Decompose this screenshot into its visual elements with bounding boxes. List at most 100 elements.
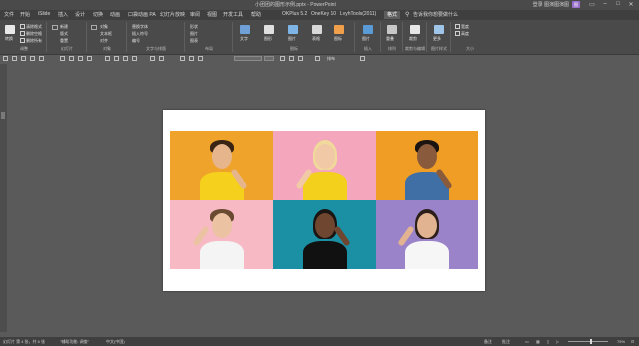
bring-forward-icon[interactable] xyxy=(123,56,128,61)
lightbulb-icon[interactable]: ⚲ xyxy=(405,11,409,18)
textbox-button[interactable]: 文本框 xyxy=(100,31,112,37)
crop-button[interactable]: 裁剪 xyxy=(409,36,417,42)
table-icon[interactable] xyxy=(312,25,322,34)
reading-view-icon[interactable]: ▯ xyxy=(547,339,549,344)
graphic-button[interactable]: 图形 xyxy=(264,36,272,42)
tab-islide[interactable]: iSlide xyxy=(38,11,50,17)
photo-tile[interactable] xyxy=(376,200,478,269)
image-button[interactable]: 图片 xyxy=(190,31,198,37)
image-icon[interactable] xyxy=(288,25,298,34)
width-field[interactable]: 宽度 xyxy=(455,24,469,30)
redo-icon[interactable] xyxy=(21,56,26,61)
italic-icon[interactable] xyxy=(289,56,294,61)
send-backward-icon[interactable] xyxy=(132,56,137,61)
photo-tile[interactable] xyxy=(170,131,273,200)
close-icon[interactable]: ✕ xyxy=(627,1,635,8)
undo-icon[interactable] xyxy=(12,56,17,61)
thumbnail-pane-collapsed[interactable] xyxy=(0,64,7,332)
height-field[interactable]: 高度 xyxy=(455,31,469,37)
tab-file[interactable]: 文件 xyxy=(4,11,14,18)
tab-help[interactable]: 帮助 xyxy=(251,11,261,18)
overlap-icon[interactable] xyxy=(387,25,397,34)
icon-button[interactable]: 图标 xyxy=(334,36,342,42)
tab-insert[interactable]: 插入 xyxy=(58,11,68,18)
reset-button[interactable]: 重置 xyxy=(60,38,68,44)
normal-view-icon[interactable]: ▭ xyxy=(525,339,529,344)
new-slide-icon[interactable] xyxy=(52,25,58,30)
accessibility-status[interactable]: "辅助功能: 调查" xyxy=(60,339,89,345)
more-styles-button[interactable]: 更多 xyxy=(433,36,441,42)
expand-thumbnails-icon[interactable] xyxy=(1,112,5,119)
group-icon[interactable] xyxy=(105,56,110,61)
slideshow-view-icon[interactable]: ▷ xyxy=(556,339,559,344)
tab-view[interactable]: 视图 xyxy=(207,11,217,18)
tab-animations[interactable]: 动画 xyxy=(110,11,120,18)
text-icon[interactable] xyxy=(240,25,250,34)
insert-picture-button[interactable]: 图片 xyxy=(362,36,370,42)
sign-in-link[interactable]: 登录 图演图演图 xyxy=(533,1,569,8)
zoom-slider-thumb[interactable] xyxy=(590,339,592,344)
distribute-icon[interactable] xyxy=(87,56,92,61)
insert-symbol-button[interactable]: 插入符号 xyxy=(132,31,148,37)
language-status[interactable]: 中文(中国) xyxy=(106,339,125,345)
numbering-button[interactable]: 编号 xyxy=(132,38,140,44)
picture-style-icon[interactable] xyxy=(434,25,444,34)
shape-outline-icon[interactable] xyxy=(315,56,320,61)
rotate-icon[interactable] xyxy=(150,56,155,61)
font-name-select[interactable] xyxy=(234,56,262,61)
align-center-icon[interactable] xyxy=(69,56,74,61)
tab-design[interactable]: 设计 xyxy=(75,11,85,18)
ungroup-icon[interactable] xyxy=(114,56,119,61)
icon-library-icon[interactable] xyxy=(334,25,344,34)
tab-slideshow[interactable]: 幻灯片放映 xyxy=(160,11,185,18)
notes-button[interactable]: 备注 xyxy=(484,339,492,345)
picture-icon[interactable] xyxy=(5,25,15,34)
delete-spaces-button[interactable]: 删除空格 xyxy=(20,31,42,37)
clear-format-button[interactable]: 清除格式 xyxy=(20,24,42,30)
insert-picture-icon[interactable] xyxy=(363,25,373,34)
photo-tile[interactable] xyxy=(273,200,376,269)
sign-in-label[interactable]: 登录 xyxy=(533,2,543,8)
underline-icon[interactable] xyxy=(298,56,303,61)
photo-tile[interactable] xyxy=(170,200,273,269)
save-icon[interactable] xyxy=(3,56,8,61)
tab-format[interactable]: 格式 xyxy=(384,11,401,19)
shape-icon[interactable] xyxy=(264,25,274,34)
fit-to-window-icon[interactable]: ⊡ xyxy=(631,339,634,344)
text-button[interactable]: 文字 xyxy=(240,36,248,42)
format-painter-icon[interactable] xyxy=(39,56,44,61)
tab-home[interactable]: 开始 xyxy=(20,11,30,18)
layout-button[interactable]: 版式 xyxy=(60,31,68,37)
tab-lvyhtools[interactable]: LvyhTools(2011) xyxy=(340,11,376,17)
tab-okplus[interactable]: OKPlus 5.2 xyxy=(282,11,307,17)
shape-button[interactable]: 形状 xyxy=(190,24,198,30)
tab-transitions[interactable]: 切换 xyxy=(93,11,103,18)
align-left-icon[interactable] xyxy=(60,56,65,61)
picture-button[interactable]: 图片 xyxy=(288,36,296,42)
tab-pocket-animation[interactable]: 口袋动画 PA xyxy=(128,11,156,18)
chart-button[interactable]: 图表 xyxy=(190,38,198,44)
start-slideshow-icon[interactable] xyxy=(30,56,35,61)
delete-all-button[interactable]: 删除所有 xyxy=(20,38,42,44)
slide-canvas[interactable] xyxy=(163,110,485,291)
maximize-icon[interactable]: □ xyxy=(614,1,622,8)
tab-developer[interactable]: 开发工具 xyxy=(223,11,243,18)
new-slide-button[interactable]: 新建 xyxy=(60,24,68,30)
object-button[interactable]: 对象 xyxy=(100,24,108,30)
photo-tile[interactable] xyxy=(273,131,376,200)
zoom-level[interactable]: 75% xyxy=(617,339,625,344)
crop-icon[interactable] xyxy=(410,25,420,34)
tab-onekey[interactable]: OneKey 10 xyxy=(311,11,336,17)
ribbon-display-icon[interactable]: ▭ xyxy=(588,1,596,8)
tab-review[interactable]: 审阅 xyxy=(190,11,200,18)
layout-dropdown[interactable]: 排布 xyxy=(327,56,335,62)
avatar[interactable]: 图 xyxy=(572,1,580,8)
align-button[interactable]: 对齐 xyxy=(100,38,108,44)
object-icon[interactable] xyxy=(91,25,97,30)
overlap-button[interactable]: 重叠 xyxy=(386,36,394,42)
font-size-select[interactable] xyxy=(264,56,274,61)
flip-icon[interactable] xyxy=(159,56,164,61)
comments-button[interactable]: 批注 xyxy=(502,339,510,345)
replace-font-button[interactable]: 替换字体 xyxy=(132,24,148,30)
photo-tile[interactable] xyxy=(376,131,478,200)
